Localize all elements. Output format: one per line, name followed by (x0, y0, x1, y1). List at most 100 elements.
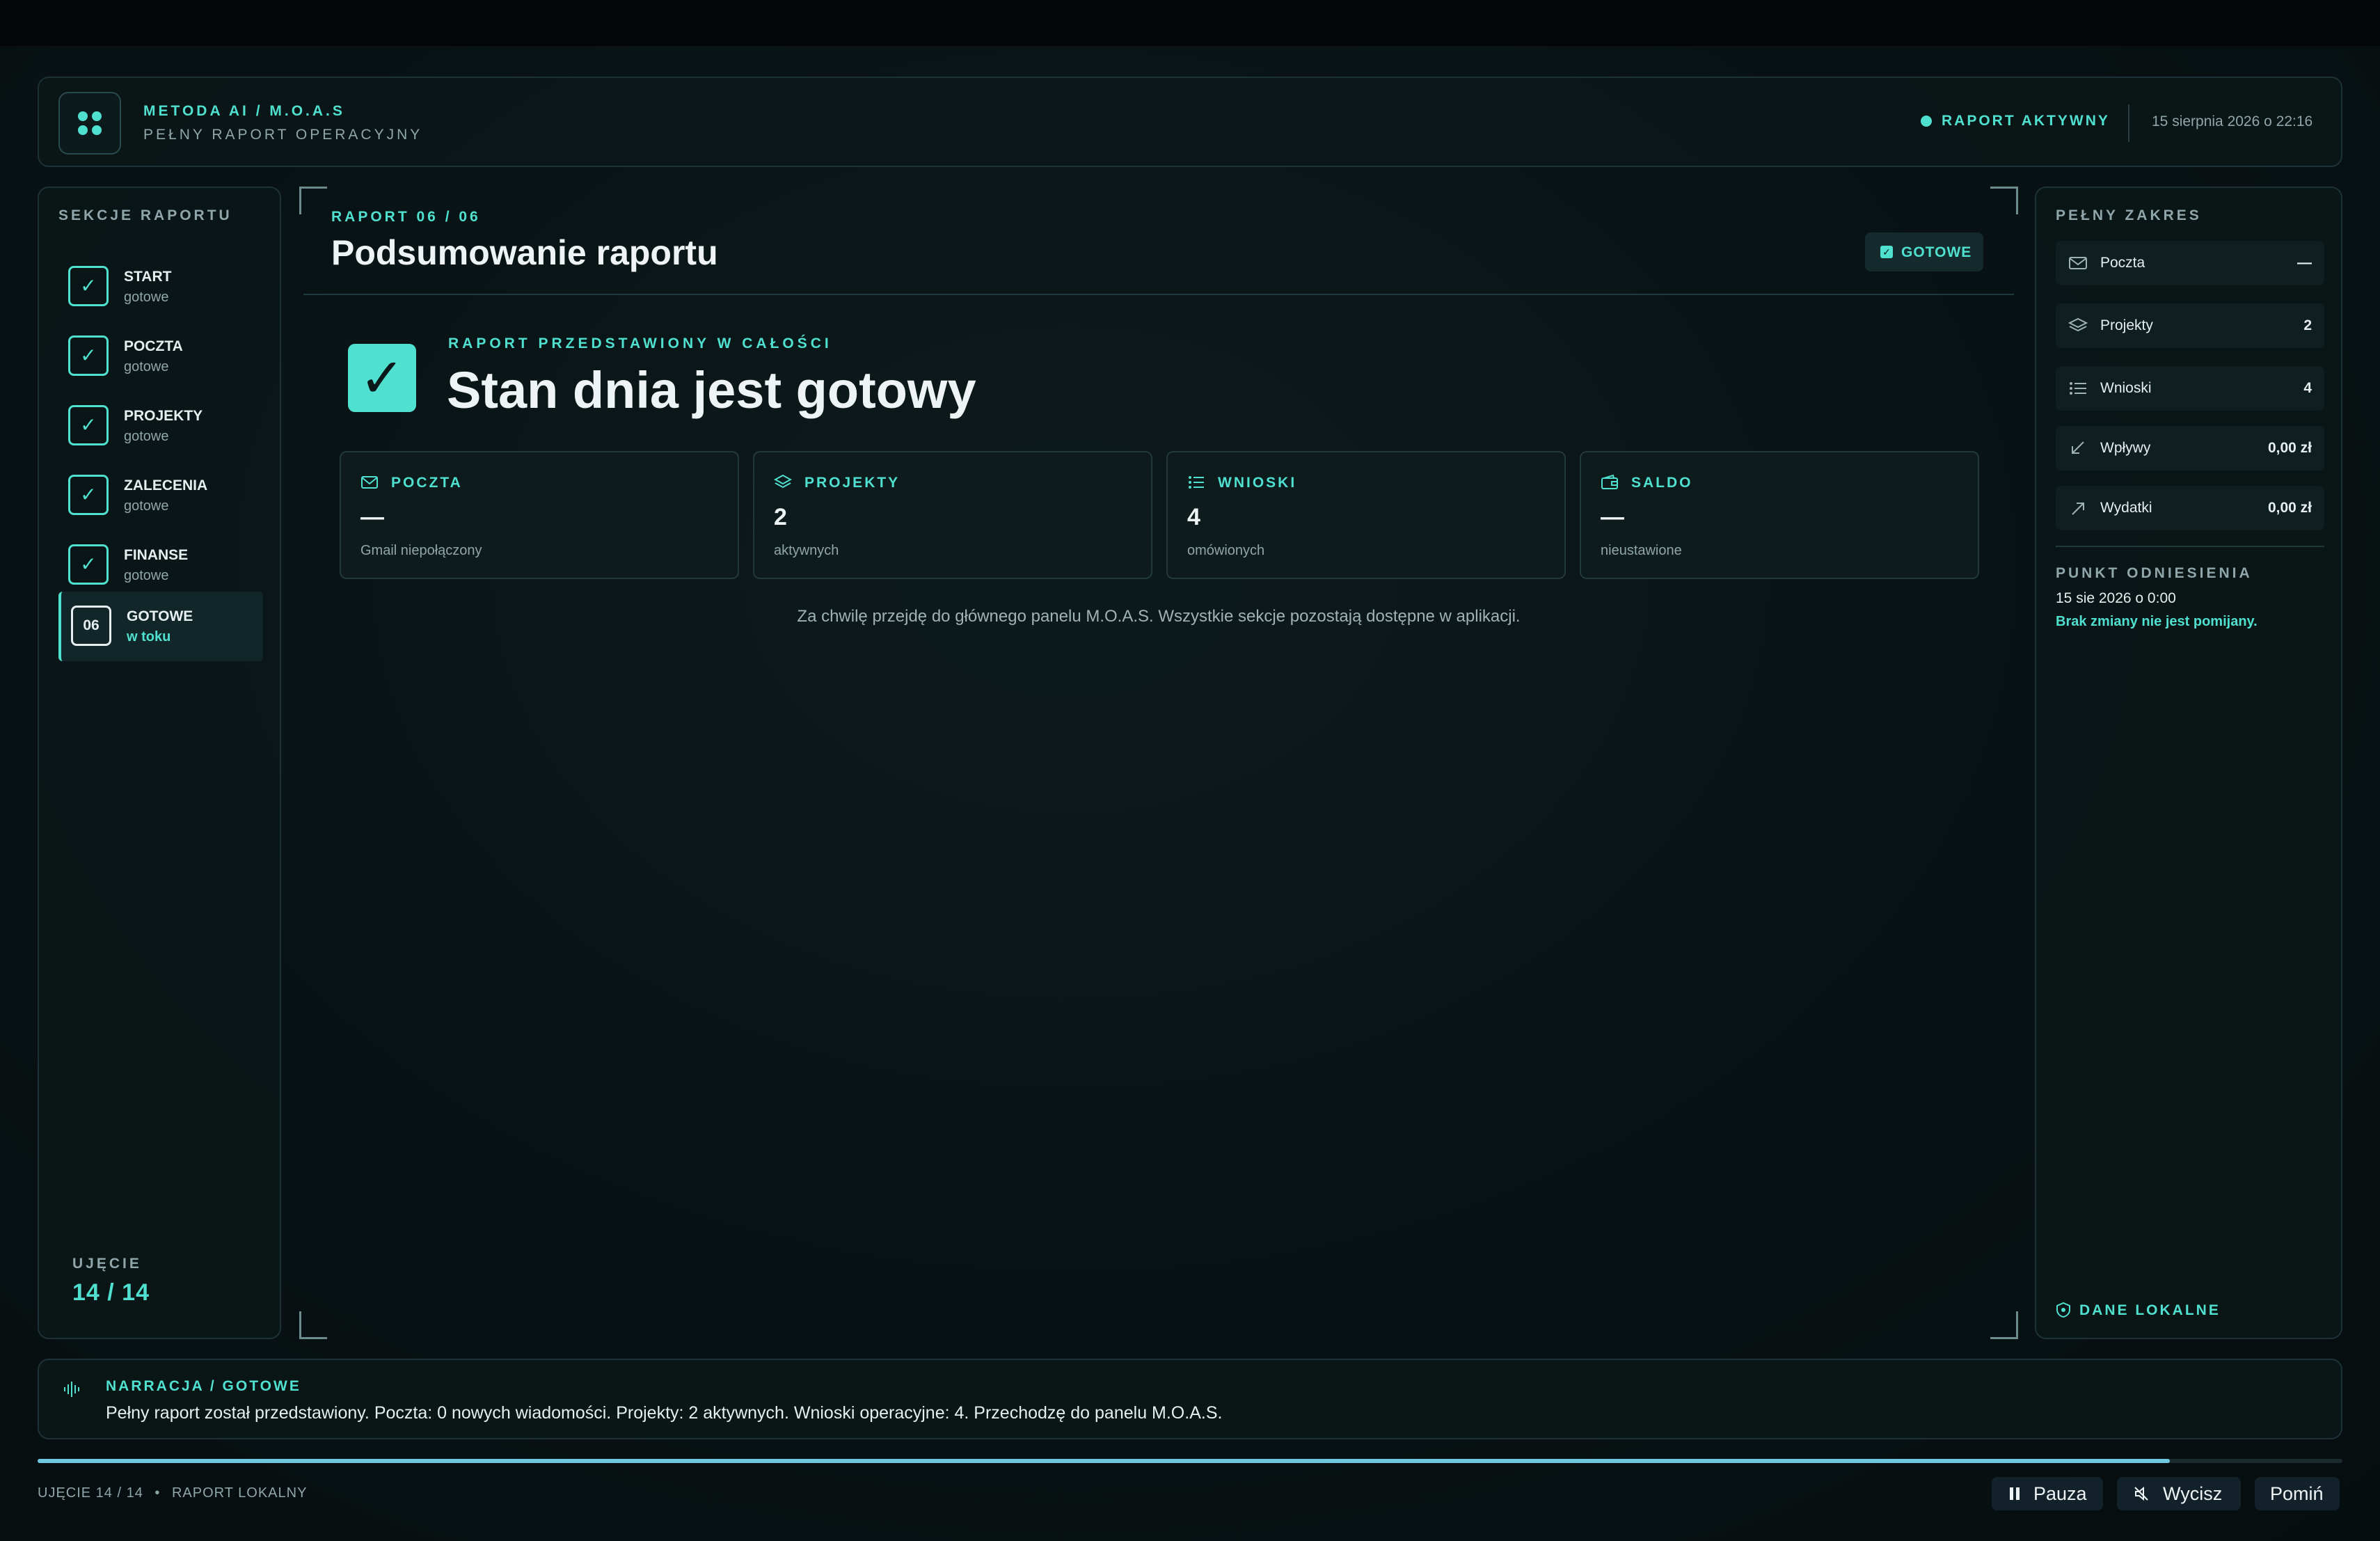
check-icon: ✓ (68, 544, 109, 585)
scope-row-wydatki: Wydatki 0,00 zł (2056, 486, 2324, 530)
sidebar-item-status: gotowe (124, 568, 169, 583)
frame-corner (299, 187, 327, 214)
stat-value: 4 (1187, 504, 1200, 530)
scope-row-poczta: Poczta — (2056, 241, 2324, 285)
pause-button[interactable]: Pauza (1992, 1477, 2103, 1510)
frame-corner (1990, 187, 2018, 214)
reference-title: PUNKT ODNIESIENIA (2056, 565, 2253, 581)
footer-shot: UJĘCIE 14 / 14 (38, 1485, 143, 1501)
stat-value: 2 (774, 504, 787, 530)
scope-value: 2 (2303, 317, 2312, 333)
stat-name: SALDO (1631, 475, 1693, 491)
footer-mode: RAPORT LOKALNY (171, 1485, 308, 1501)
narration-label: NARRACJA / GOTOWE (106, 1378, 301, 1394)
sidebar-item-status: gotowe (124, 498, 169, 514)
local-data-label: DANE LOKALNE (2079, 1302, 2221, 1318)
sidebar-item-poczta[interactable]: ✓ POCZTA gotowe (58, 322, 263, 391)
brand-subtitle: PEŁNY RAPORT OPERACYJNY (143, 127, 423, 143)
list-icon (1189, 476, 1204, 489)
main-report-panel: RAPORT 06 / 06 Podsumowanie raportu ✓ GO… (299, 187, 2018, 1339)
hero-kicker: RAPORT PRZEDSTAWIONY W CAŁOŚCI (448, 335, 832, 351)
shot-label: UJĘCIE (72, 1256, 142, 1272)
arrow-down-left-icon (2072, 441, 2084, 454)
mute-icon (2134, 1486, 2148, 1501)
scope-row-projekty: Projekty 2 (2056, 303, 2324, 348)
footer-separator: • (154, 1485, 161, 1501)
list-icon (2070, 382, 2086, 395)
header-datetime: 15 sierpnia 2026 o 22:16 (2152, 113, 2313, 129)
sidebar-item-label: POCZTA (124, 338, 183, 354)
stat-sub: aktywnych (774, 543, 839, 558)
wallet-icon (1601, 474, 1618, 489)
stat-value: — (1601, 504, 1624, 530)
stat-sub: nieustawione (1601, 543, 1682, 558)
sidebar-item-label: PROJEKTY (124, 408, 203, 424)
stat-card-projekty: PROJEKTY 2 aktywnych (753, 451, 1152, 579)
scope-label: Wnioski (2100, 380, 2152, 396)
header-divider (2128, 104, 2129, 142)
stat-name: POCZTA (391, 475, 463, 491)
scope-label: Projekty (2100, 317, 2153, 333)
stat-card-wnioski: WNIOSKI 4 omówionych (1166, 451, 1566, 579)
sidebar-item-status: gotowe (124, 359, 169, 374)
stat-card-saldo: SALDO — nieustawione (1580, 451, 1979, 579)
sidebar-item-projekty[interactable]: ✓ PROJEKTY gotowe (58, 391, 263, 461)
scope-label: Wydatki (2100, 500, 2152, 516)
narration-text: Pełny raport został przedstawiony. Poczt… (106, 1403, 1223, 1423)
report-sections-sidebar: SEKCJE RAPORTU ✓ START gotowe ✓ POCZTA g… (38, 187, 281, 1339)
status-badge-label: GOTOWE (1901, 244, 1972, 260)
sidebar-item-label: FINANSE (124, 547, 189, 563)
status-badge: ✓ GOTOWE (1865, 232, 1983, 271)
stat-sub: omówionych (1187, 543, 1265, 558)
sidebar-title: SEKCJE RAPORTU (58, 207, 232, 223)
layers-icon (2068, 317, 2088, 332)
sidebar-item-start[interactable]: ✓ START gotowe (58, 252, 263, 322)
stat-name: WNIOSKI (1218, 475, 1297, 491)
sidebar-item-label: ZALECENIA (124, 477, 208, 493)
header-bar: METODA AI / M.O.A.S PEŁNY RAPORT OPERACY… (38, 77, 2342, 167)
sidebar-item-label: GOTOWE (127, 608, 193, 624)
check-icon: ✓ (348, 344, 416, 412)
scope-value: — (2297, 255, 2312, 271)
scope-value: 0,00 zł (2267, 440, 2312, 456)
sidebar-item-finanse[interactable]: ✓ FINANSE gotowe (58, 530, 263, 600)
scope-value: 0,00 zł (2267, 500, 2312, 516)
pause-icon (2010, 1487, 2020, 1500)
skip-button[interactable]: Pomiń (2255, 1477, 2340, 1510)
divider (303, 294, 2014, 295)
shot-counter: 14 / 14 (72, 1279, 150, 1306)
status-dot-icon (1921, 116, 1932, 127)
footer-info: UJĘCIE 14 / 14 • RAPORT LOKALNY (38, 1485, 307, 1501)
reference-date: 15 sie 2026 o 0:00 (2056, 590, 2176, 606)
divider (2056, 546, 2324, 547)
scope-row-wplywy: Wpływy 0,00 zł (2056, 426, 2324, 471)
sidebar-item-status: w toku (127, 629, 171, 645)
frame-corner (299, 1311, 327, 1339)
report-step: RAPORT 06 / 06 (331, 209, 481, 225)
frame-corner (1990, 1311, 2018, 1339)
sidebar-item-status: gotowe (124, 429, 169, 444)
logo-dot (78, 111, 88, 121)
mute-button[interactable]: Wycisz (2117, 1477, 2241, 1510)
sidebar-item-status: gotowe (124, 290, 169, 305)
stat-value: — (360, 504, 384, 530)
scope-title: PEŁNY ZAKRES (2056, 207, 2202, 223)
shield-icon (2056, 1302, 2070, 1318)
sidebar-item-gotowe[interactable]: 06 GOTOWE w toku (58, 592, 263, 661)
scope-label: Poczta (2100, 255, 2145, 271)
arrow-up-right-icon (2072, 503, 2084, 515)
transition-note: Za chwilę przejdę do głównego panelu M.O… (797, 607, 1521, 626)
sidebar-item-label: START (124, 269, 172, 285)
stat-sub: Gmail niepołączony (360, 543, 482, 558)
stat-card-poczta: POCZTA — Gmail niepołączony (340, 451, 739, 579)
progress-bar (38, 1459, 2342, 1463)
section-number: 06 (71, 606, 111, 646)
sidebar-item-zalecenia[interactable]: ✓ ZALECENIA gotowe (58, 461, 263, 530)
app-logo-icon (58, 92, 121, 155)
progress-fill (38, 1459, 2170, 1463)
check-icon: ✓ (68, 405, 109, 445)
logo-dot (92, 125, 102, 135)
mail-icon (2069, 257, 2087, 269)
scope-panel: PEŁNY ZAKRES Poczta — Projekty 2 Wnioski… (2035, 187, 2342, 1339)
reference-note: Brak zmiany nie jest pomijany. (2056, 614, 2258, 629)
